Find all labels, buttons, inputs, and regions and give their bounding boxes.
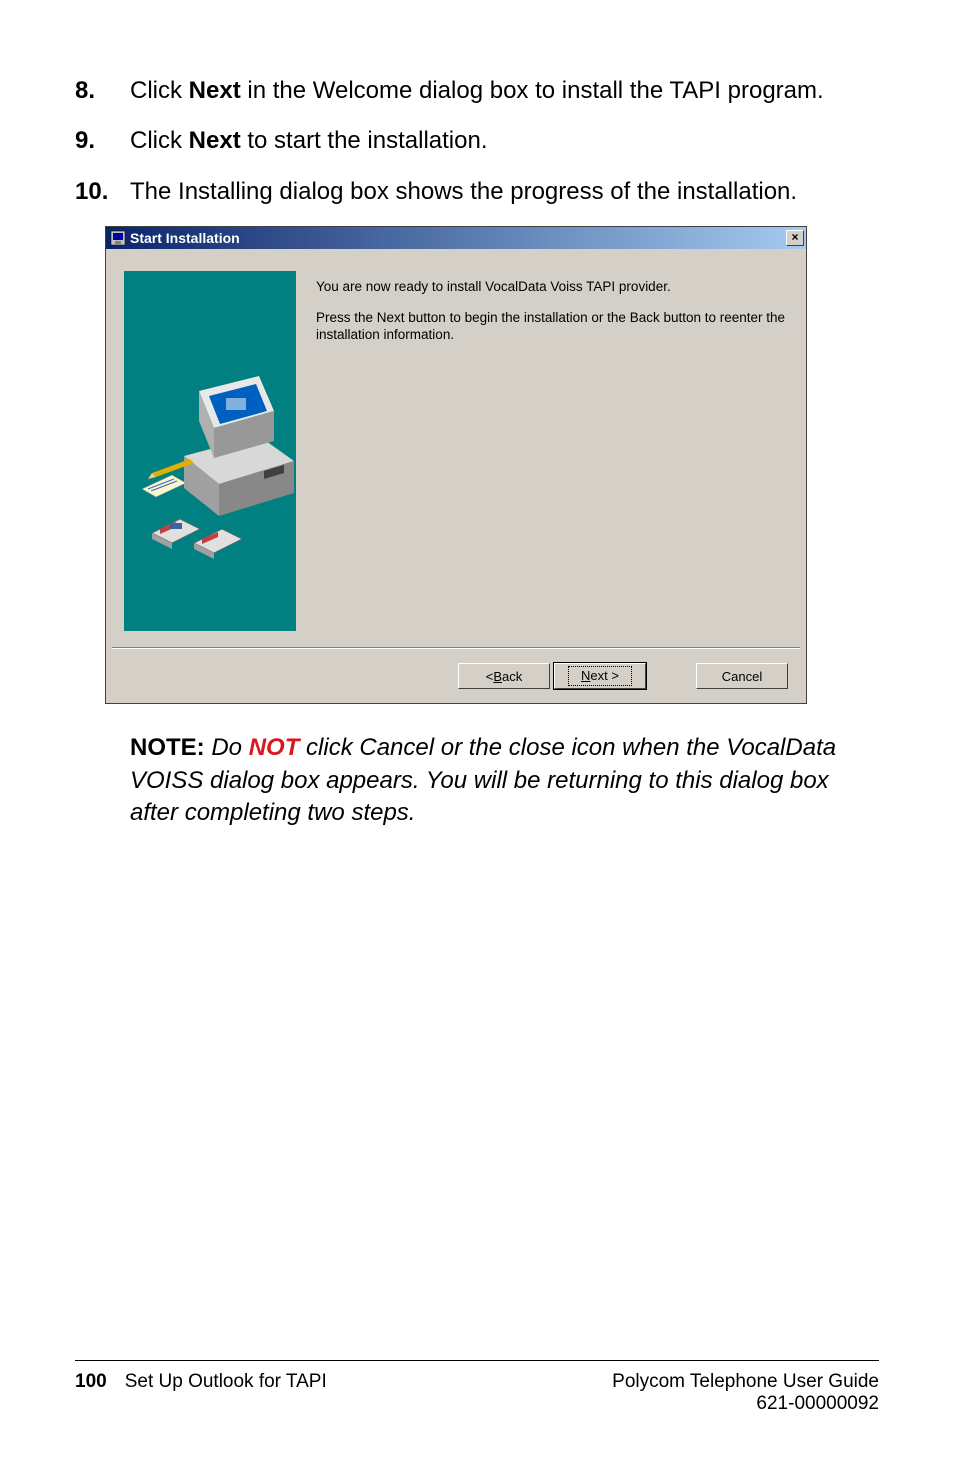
step-text-bold: Next — [189, 77, 241, 104]
dialog-screenshot: Start Installation × — [105, 226, 879, 704]
step-8: 8. Click Next in the Welcome dialog box … — [75, 75, 879, 107]
section-title: Set Up Outlook for TAPI — [125, 1371, 327, 1415]
dialog-title: Start Installation — [130, 230, 786, 246]
dialog-line-1: You are now ready to install VocalData V… — [316, 279, 788, 296]
close-icon[interactable]: × — [786, 230, 804, 246]
page-number: 100 — [75, 1371, 107, 1415]
installer-icon — [110, 230, 126, 246]
dialog-body-text: You are now ready to install VocalData V… — [316, 279, 788, 358]
step-10: 10. The Installing dialog box shows the … — [75, 176, 879, 208]
wizard-sidebar-image — [124, 271, 296, 631]
step-body: Click Next in the Welcome dialog box to … — [130, 75, 879, 107]
note-do: Do — [211, 734, 248, 761]
guide-title: Polycom Telephone User Guide — [612, 1371, 879, 1393]
step-body: The Installing dialog box shows the prog… — [130, 176, 879, 208]
step-text-prefix: Click — [130, 77, 189, 104]
step-number: 9. — [75, 125, 130, 157]
dialog-separator — [112, 647, 800, 649]
step-text-suffix: to start the installation. — [241, 127, 488, 154]
document-number: 621-00000092 — [612, 1393, 879, 1415]
note-not: NOT — [249, 734, 300, 761]
dialog-button-row: < Back Next > Cancel — [458, 663, 788, 689]
note-block: NOTE: Do NOT click Cancel or the close i… — [130, 732, 879, 829]
step-text-bold: Next — [189, 127, 241, 154]
step-9: 9. Click Next to start the installation. — [75, 125, 879, 157]
cancel-button[interactable]: Cancel — [696, 663, 788, 689]
back-button-mnemonic: B — [493, 669, 502, 684]
dialog-line-2: Press the Next button to begin the insta… — [316, 310, 788, 344]
next-button-mnemonic: N — [581, 668, 590, 683]
step-text-prefix: Click — [130, 127, 189, 154]
back-button-rest: ack — [502, 669, 522, 684]
step-text-suffix: in the Welcome dialog box to install the… — [241, 77, 824, 104]
note-label: NOTE: — [130, 734, 211, 761]
cancel-button-label: Cancel — [722, 669, 762, 684]
dialog-body: You are now ready to install VocalData V… — [106, 249, 806, 703]
next-button[interactable]: Next > — [554, 663, 646, 689]
back-button-prefix: < — [486, 669, 494, 684]
next-button-rest: ext > — [590, 668, 619, 683]
titlebar: Start Installation × — [106, 227, 806, 249]
step-text-prefix: The Installing dialog box shows the prog… — [130, 178, 797, 205]
step-body: Click Next to start the installation. — [130, 125, 879, 157]
start-installation-dialog: Start Installation × — [105, 226, 807, 704]
step-number: 8. — [75, 75, 130, 107]
step-number: 10. — [75, 176, 130, 208]
back-button[interactable]: < Back — [458, 663, 550, 689]
page-footer: 100 Set Up Outlook for TAPI Polycom Tele… — [75, 1360, 879, 1415]
